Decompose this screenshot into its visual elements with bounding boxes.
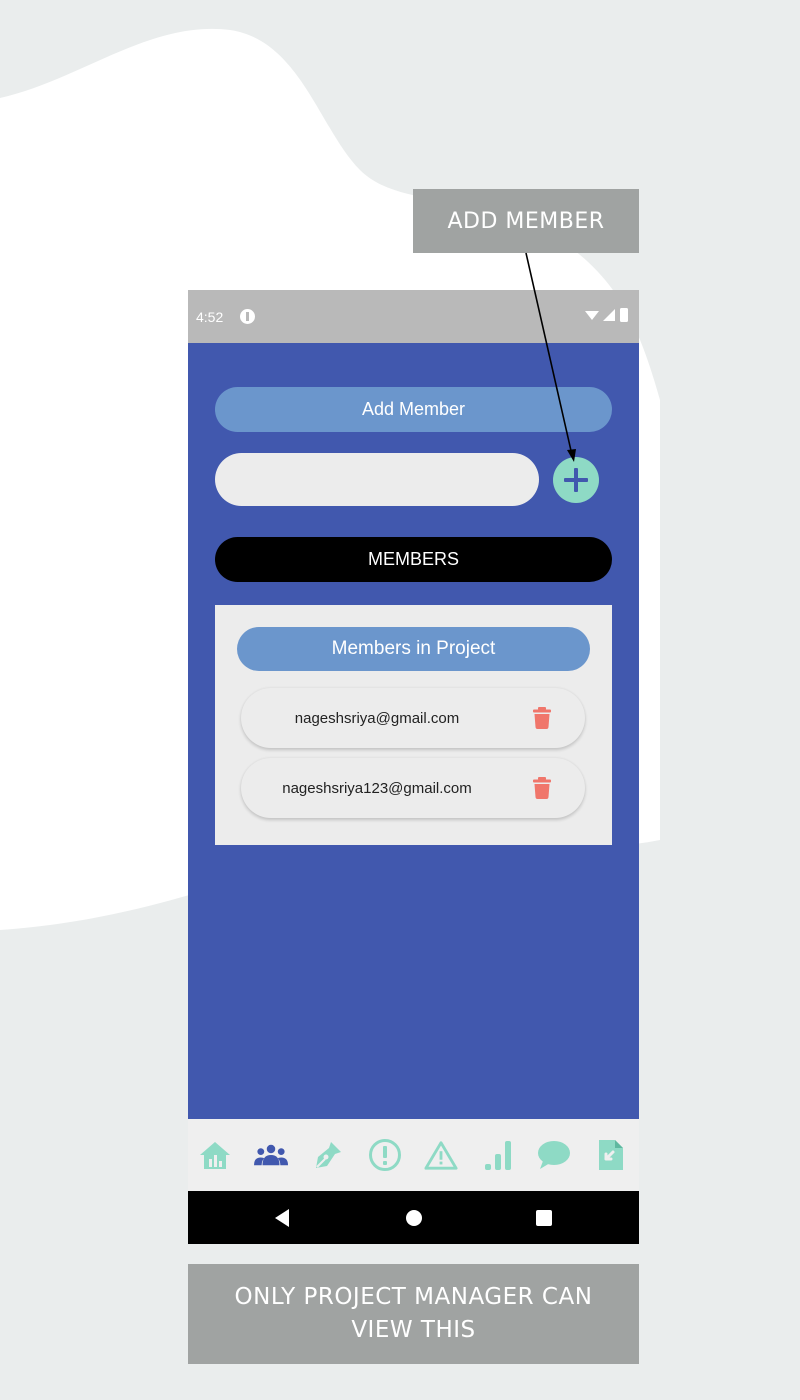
members-card: Members in Project nageshsriya@gmail.com… (215, 605, 612, 845)
signal-icon (603, 309, 615, 321)
app-notification-icon (240, 309, 255, 324)
nav-file-import-icon[interactable] (594, 1138, 628, 1172)
plus-icon (564, 468, 588, 492)
nav-home-chart-icon[interactable] (198, 1138, 232, 1172)
member-email-input[interactable] (215, 453, 539, 506)
status-icons (583, 307, 631, 328)
nav-pen-icon[interactable] (311, 1138, 345, 1172)
nav-warning-icon[interactable] (424, 1138, 458, 1172)
add-member-button[interactable] (553, 457, 599, 503)
members-button[interactable]: MEMBERS (215, 537, 612, 582)
add-member-callout: ADD MEMBER (413, 189, 639, 253)
recents-button[interactable] (535, 1208, 553, 1228)
battery-icon (620, 308, 628, 322)
system-navigation-bar (188, 1191, 639, 1244)
members-screen: Add Member MEMBERS Members in Project na… (188, 343, 639, 1119)
nav-chat-icon[interactable] (537, 1138, 571, 1172)
status-time: 4:52 (196, 309, 224, 325)
member-email: nageshsriya123@gmail.com (282, 779, 472, 797)
delete-member-button[interactable] (533, 707, 551, 729)
status-bar: 4:52 (188, 290, 639, 343)
nav-bar-chart-icon[interactable] (481, 1138, 515, 1172)
members-card-title: Members in Project (237, 627, 590, 671)
nav-alert-circle-icon[interactable] (368, 1138, 402, 1172)
member-email: nageshsriya@gmail.com (294, 709, 460, 727)
member-row: nageshsriya@gmail.com (241, 688, 585, 748)
wifi-icon (585, 311, 599, 320)
home-button[interactable] (405, 1208, 423, 1228)
phone-screenshot: 4:52 Add Member MEMBERS Members in Proje… (188, 290, 639, 1244)
back-button[interactable] (273, 1208, 291, 1228)
delete-member-button[interactable] (533, 777, 551, 799)
bottom-navigation (188, 1119, 639, 1191)
add-member-header: Add Member (215, 387, 612, 432)
member-row: nageshsriya123@gmail.com (241, 758, 585, 818)
nav-members-icon[interactable] (254, 1138, 288, 1172)
restriction-note-callout: ONLY PROJECT MANAGER CAN VIEW THIS (188, 1264, 639, 1364)
